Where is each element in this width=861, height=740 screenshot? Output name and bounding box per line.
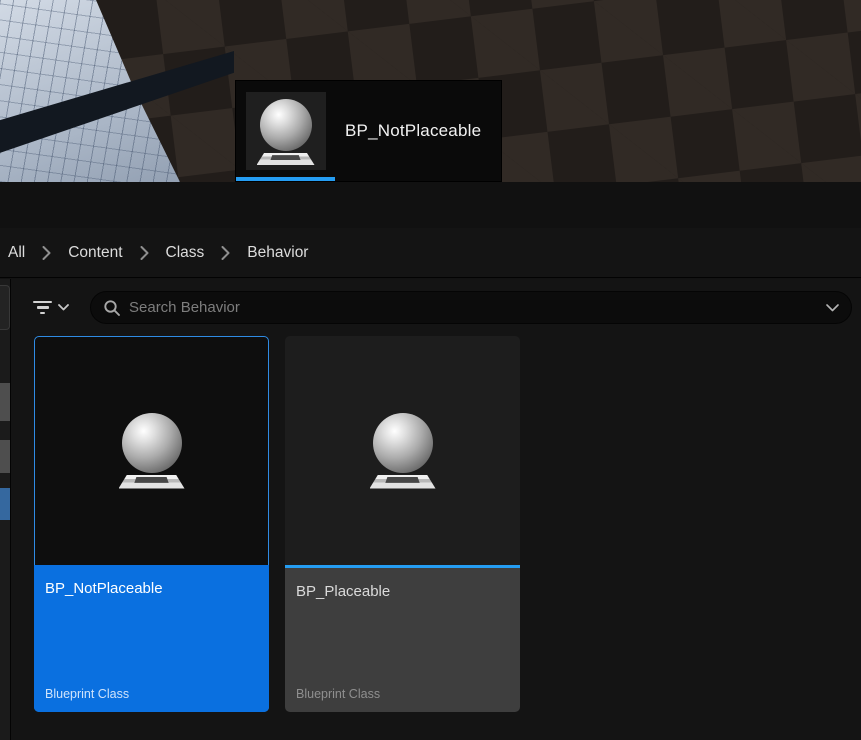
asset-thumbnail [285,336,520,565]
filter-button[interactable] [12,291,90,324]
sources-panel-item[interactable] [0,383,10,421]
sphere-shape [373,413,433,473]
sources-panel-item-selected[interactable] [0,488,10,520]
chevron-right-icon [221,246,230,260]
drag-preview-thumbnail [236,81,335,181]
sphere-on-stand-icon [257,99,315,165]
sources-panel-item[interactable] [0,285,10,330]
blueprint-accent-line [236,177,335,181]
drag-preview: BP_NotPlaceable [235,80,502,182]
breadcrumb-item-all[interactable]: All [8,244,25,262]
breadcrumb-item-content[interactable]: Content [68,244,122,262]
asset-tile-bp-notplaceable[interactable]: BP_NotPlaceable Blueprint Class [34,336,269,712]
content-browser-body: BP_NotPlaceable Blueprint Class BP_Place… [0,279,861,740]
asset-type-label: Blueprint Class [45,687,129,701]
drag-preview-label: BP_NotPlaceable [335,81,501,181]
browser-toolbar [12,291,852,324]
asset-tile-bp-placeable[interactable]: BP_Placeable Blueprint Class [285,336,520,712]
asset-grid: BP_NotPlaceable Blueprint Class BP_Place… [34,336,520,712]
thumbnail-background [246,92,326,170]
search-input[interactable] [129,299,826,316]
asset-footer: BP_Placeable Blueprint Class [285,568,520,712]
asset-thumbnail [34,336,269,565]
content-browser-header-bar [0,182,861,228]
asset-name: BP_Placeable [296,583,509,600]
chevron-right-icon [42,246,51,260]
chevron-down-icon [58,304,69,311]
sphere-on-stand-icon [119,413,185,489]
magnifier-icon [103,299,121,317]
chevron-right-icon [140,246,149,260]
funnel-icon [33,301,52,315]
search-box[interactable] [90,291,852,324]
breadcrumb-item-behavior[interactable]: Behavior [247,244,308,262]
sphere-pedestal [257,153,315,165]
asset-type-label: Blueprint Class [296,687,380,701]
sphere-shape [122,413,182,473]
viewport[interactable]: BP_NotPlaceable [0,0,861,182]
sources-panel-sliver [0,279,11,740]
search-options-chevron-down-icon[interactable] [826,304,839,312]
breadcrumb: All Content Class Behavior [0,228,861,278]
sources-panel-item[interactable] [0,440,10,473]
breadcrumb-item-class[interactable]: Class [166,244,205,262]
asset-footer: BP_NotPlaceable Blueprint Class [34,565,269,712]
sphere-on-stand-icon [370,413,436,489]
sphere-pedestal [370,475,436,489]
sphere-pedestal [119,475,185,489]
asset-name: BP_NotPlaceable [45,580,258,597]
sphere-shape [260,99,312,151]
